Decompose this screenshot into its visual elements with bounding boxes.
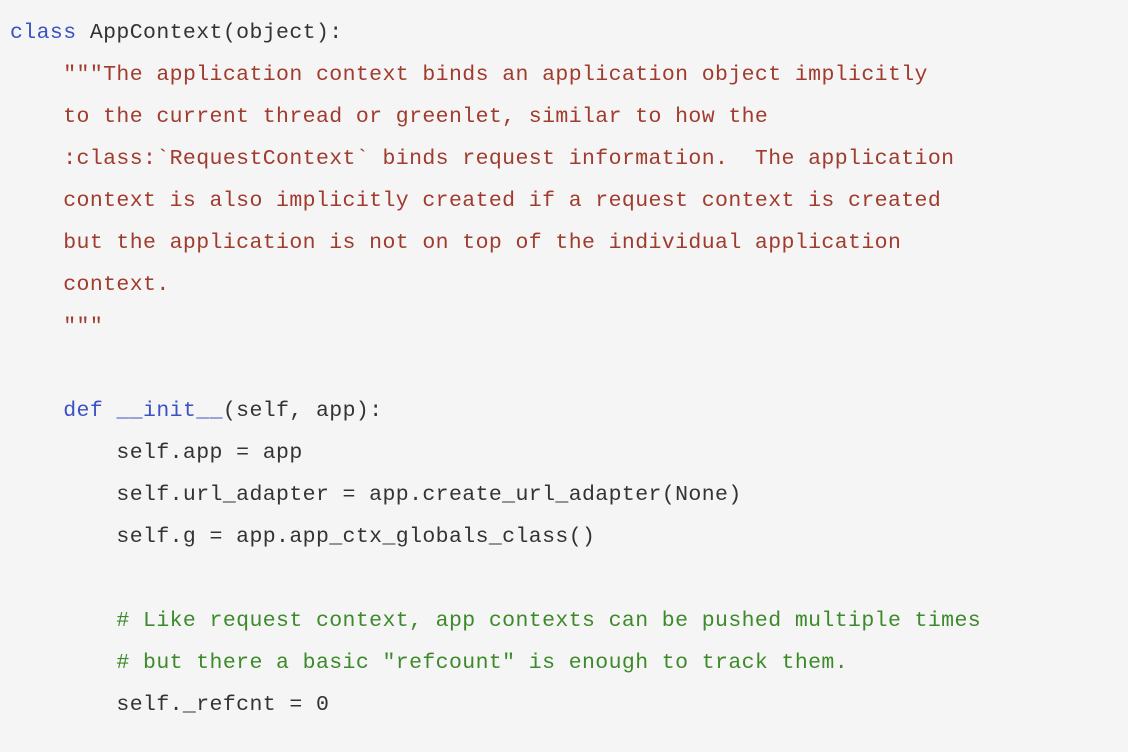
string-token: """The application context binds an appl… xyxy=(63,63,928,87)
code-line: # but there a basic "refcount" is enough… xyxy=(10,642,1128,684)
code-line: to the current thread or greenlet, simil… xyxy=(10,96,1128,138)
string-token: but the application is not on top of the… xyxy=(10,231,902,255)
code-line: """ xyxy=(10,306,1128,348)
code-line: :class:`RequestContext` binds request in… xyxy=(10,138,1128,180)
code-line: """The application context binds an appl… xyxy=(10,54,1128,96)
code-line: but the application is not on top of the… xyxy=(10,222,1128,264)
code-token: self._refcnt = 0 xyxy=(10,693,330,717)
code-line: context. xyxy=(10,264,1128,306)
string-token: :class:`RequestContext` binds request in… xyxy=(10,147,955,171)
code-token: self.app = app xyxy=(10,441,303,465)
string-token: context is also implicitly created if a … xyxy=(10,189,942,213)
keyword-token: def xyxy=(63,399,104,423)
string-token: """ xyxy=(10,315,104,339)
code-content: class AppContext(object): """The applica… xyxy=(0,0,1128,726)
comment-token: # Like request context, app contexts can… xyxy=(116,609,982,633)
code-line: self.url_adapter = app.create_url_adapte… xyxy=(10,474,1128,516)
code-token: self.url_adapter = app.create_url_adapte… xyxy=(10,483,742,507)
keyword-token: class xyxy=(10,21,77,45)
code-line: self._refcnt = 0 xyxy=(10,684,1128,726)
code-line: def __init__(self, app): xyxy=(10,390,1128,432)
code-line: self.g = app.app_ctx_globals_class() xyxy=(10,516,1128,558)
keyword-token: __init__ xyxy=(116,399,223,423)
string-token: context. xyxy=(10,273,170,297)
code-token: self.g = app.app_ctx_globals_class() xyxy=(10,525,596,549)
code-token: AppContext(object): xyxy=(76,21,343,45)
code-line: class AppContext(object): xyxy=(10,12,1128,54)
code-line: self.app = app xyxy=(10,432,1128,474)
code-line: context is also implicitly created if a … xyxy=(10,180,1128,222)
code-token: (self, app): xyxy=(222,399,383,423)
string-token: to the current thread or greenlet, simil… xyxy=(10,105,769,129)
code-block: class AppContext(object): """The applica… xyxy=(0,0,1128,752)
comment-token: # but there a basic "refcount" is enough… xyxy=(116,651,849,675)
code-line: # Like request context, app contexts can… xyxy=(10,600,1128,642)
